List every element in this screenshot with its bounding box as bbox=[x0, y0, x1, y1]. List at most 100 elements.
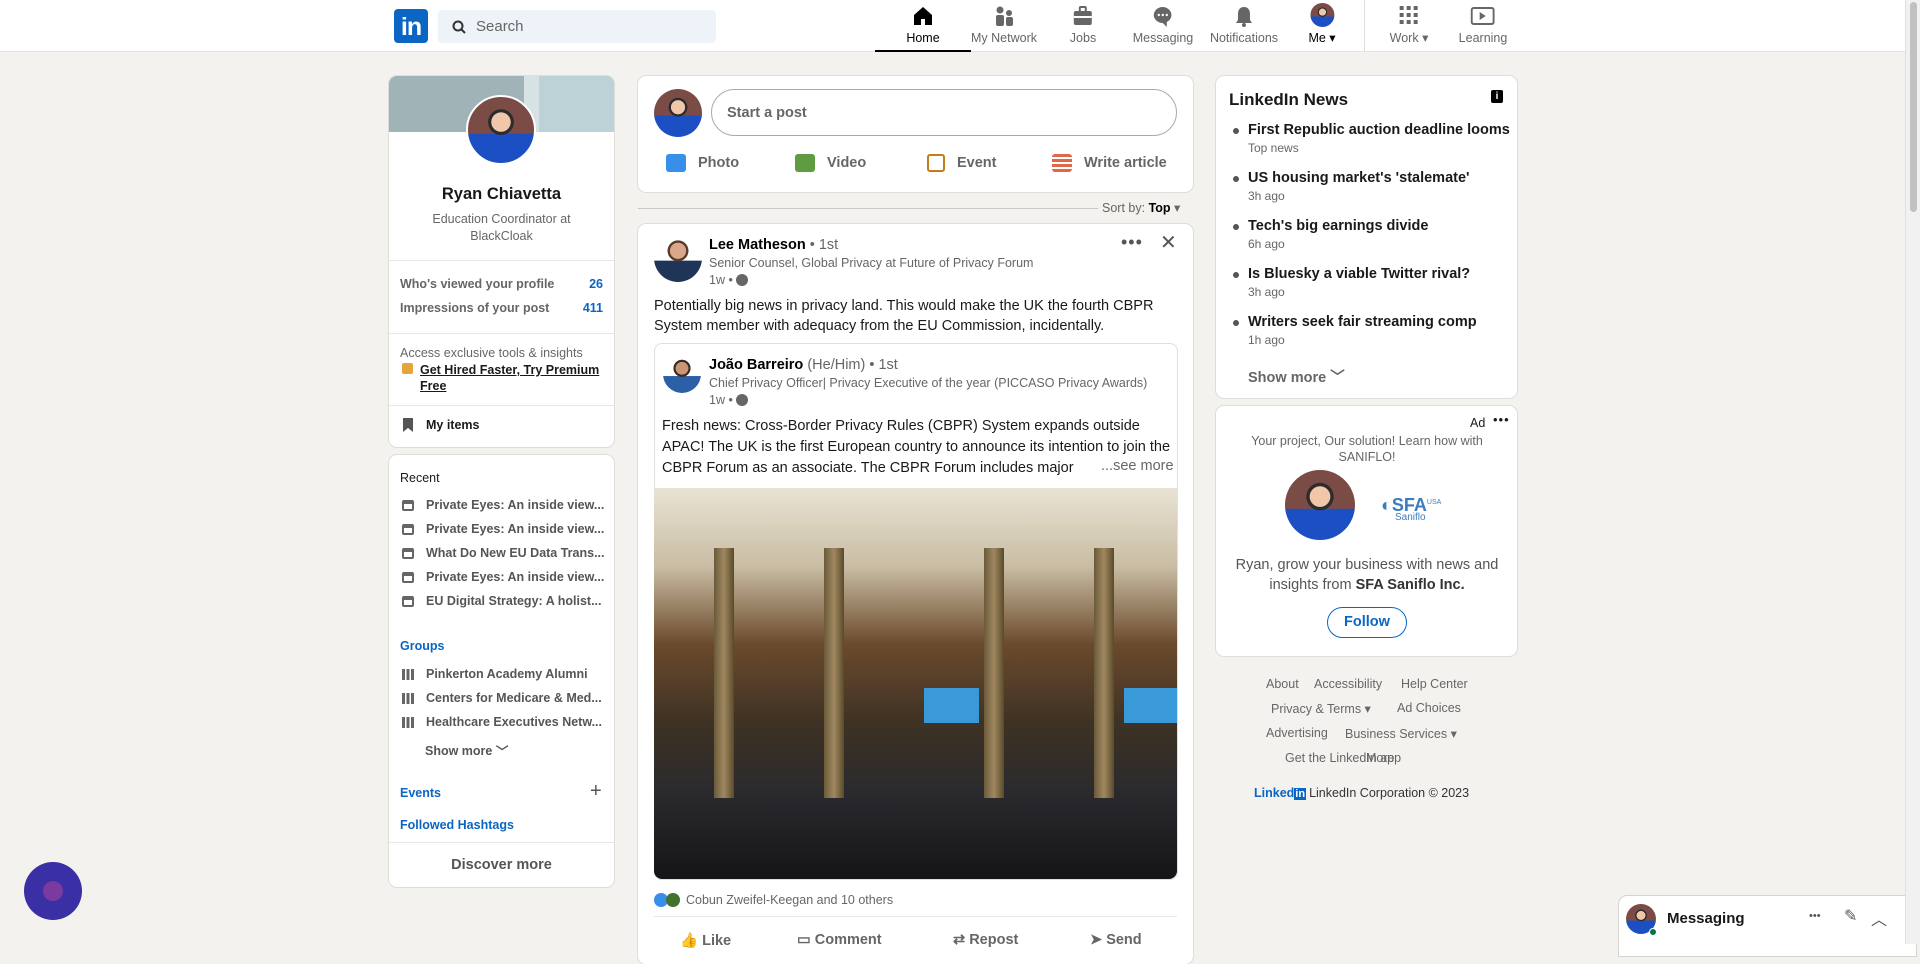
recent-label: Private Eyes: An inside view... bbox=[426, 498, 605, 512]
news-item[interactable]: First Republic auction deadline looms Top… bbox=[1233, 122, 1510, 155]
compose-icon[interactable]: ✎ bbox=[1844, 906, 1857, 926]
nav-home[interactable]: Home bbox=[875, 0, 971, 52]
online-status-icon bbox=[1649, 928, 1657, 936]
recent-item[interactable]: Private Eyes: An inside view... bbox=[402, 570, 604, 584]
ad-user-avatar bbox=[1285, 470, 1355, 540]
recent-item[interactable]: Private Eyes: An inside view... bbox=[402, 498, 604, 512]
news-item[interactable]: Is Bluesky a viable Twitter rival? 3h ago bbox=[1232, 266, 1470, 299]
sfa-saniflo-logo[interactable]: ◐SFAUSA Saniflo bbox=[1381, 495, 1441, 523]
write-article-button[interactable]: Write article bbox=[1052, 154, 1167, 172]
reactions-summary[interactable]: Cobun Zweifel-Keegan and 10 others bbox=[654, 893, 893, 907]
divider bbox=[389, 260, 614, 261]
divider bbox=[389, 842, 614, 843]
follow-button[interactable]: Follow bbox=[1327, 607, 1407, 638]
nav-notifications[interactable]: Notifications bbox=[1210, 0, 1278, 52]
send-button[interactable]: ➤ Send bbox=[1090, 932, 1142, 948]
chevron-up-icon[interactable]: ︿ bbox=[1871, 906, 1887, 930]
action-label: Write article bbox=[1084, 155, 1167, 171]
group-item[interactable]: Centers for Medicare & Med... bbox=[402, 691, 602, 705]
profile-avatar[interactable] bbox=[466, 95, 536, 165]
network-icon bbox=[992, 4, 1016, 28]
group-item[interactable]: Pinkerton Academy Alumni bbox=[402, 667, 588, 681]
news-item[interactable]: US housing market's 'stalemate' 3h ago bbox=[1232, 170, 1469, 203]
groups-show-more[interactable]: Show more ﹀ bbox=[425, 741, 508, 760]
profile-headline: Education Coordinator at BlackCloak bbox=[432, 212, 571, 243]
reactions-label: Cobun Zweifel-Keegan and 10 others bbox=[686, 893, 894, 907]
nav-work[interactable]: Work ▾ bbox=[1390, 0, 1428, 52]
video-button[interactable]: Video bbox=[795, 154, 866, 172]
nav-learning[interactable]: Learning bbox=[1459, 0, 1507, 52]
post-image[interactable] bbox=[654, 488, 1177, 879]
repost-button[interactable]: ⇄ Repost bbox=[953, 932, 1018, 948]
news-title: LinkedIn News bbox=[1229, 90, 1349, 109]
group-item[interactable]: Healthcare Executives Netw... bbox=[402, 715, 602, 729]
footer-link-about[interactable]: About bbox=[1266, 677, 1299, 691]
footer-link-help-center[interactable]: Help Center bbox=[1401, 677, 1468, 691]
recent-label: Private Eyes: An inside view... bbox=[426, 522, 605, 536]
news-show-more[interactable]: Show more ﹀ bbox=[1248, 366, 1345, 387]
recent-item[interactable]: Private Eyes: An inside view... bbox=[402, 522, 604, 536]
footer-link-accessibility[interactable]: Accessibility bbox=[1314, 677, 1382, 691]
followed-hashtags-link[interactable]: Followed Hashtags bbox=[400, 818, 514, 832]
more-options-icon[interactable]: ••• bbox=[1121, 232, 1143, 253]
user-avatar[interactable] bbox=[654, 89, 702, 137]
action-label: Photo bbox=[698, 155, 740, 171]
nav-me[interactable]: Me ▾ bbox=[1308, 0, 1336, 52]
event-button[interactable]: Event bbox=[927, 154, 997, 172]
more-options-icon[interactable]: ••• bbox=[1809, 910, 1821, 922]
news-item[interactable]: Writers seek fair streaming comp 1h ago bbox=[1233, 314, 1477, 347]
shared-author[interactable]: João Barreiro (He/Him) • 1st bbox=[709, 357, 898, 373]
like-button[interactable]: 👍 Like bbox=[680, 932, 731, 949]
page-scrollbar[interactable] bbox=[1905, 0, 1920, 944]
event-icon bbox=[402, 547, 414, 559]
stat-label: Impressions of your post bbox=[400, 301, 550, 315]
search-input[interactable]: Search bbox=[438, 10, 716, 43]
recent-label: Private Eyes: An inside view... bbox=[426, 570, 605, 584]
recent-item[interactable]: EU Digital Strategy: A holist... bbox=[402, 594, 601, 608]
nav-my-network[interactable]: My Network bbox=[971, 0, 1037, 52]
group-icon bbox=[402, 668, 414, 680]
nav-messaging[interactable]: Messaging bbox=[1133, 0, 1193, 52]
footer-link-ad-choices[interactable]: Ad Choices bbox=[1397, 701, 1461, 715]
show-more-label: Show more bbox=[425, 743, 493, 758]
sort-label: Sort by: bbox=[1102, 201, 1146, 215]
stat-post-impressions[interactable]: Impressions of your post 411 bbox=[400, 301, 603, 315]
add-event-plus-icon[interactable]: + bbox=[590, 780, 602, 803]
footer-link-business-services[interactable]: Business Services ▾ bbox=[1345, 726, 1457, 741]
close-icon[interactable]: ✕ bbox=[1160, 230, 1177, 255]
ad-options-icon[interactable]: ••• bbox=[1493, 412, 1510, 427]
ad-tagline: Your project, Our solution! Learn how wi… bbox=[1251, 434, 1483, 464]
info-icon[interactable]: i bbox=[1491, 90, 1503, 103]
events-link[interactable]: Events bbox=[400, 786, 441, 800]
nav-jobs[interactable]: Jobs bbox=[1070, 0, 1096, 52]
sort-dropdown[interactable]: Sort by: Top ▾ bbox=[1102, 200, 1180, 215]
groups-link[interactable]: Groups bbox=[400, 639, 444, 653]
premium-link[interactable]: Get Hired Faster, Try Premium Free bbox=[420, 362, 610, 394]
shared-author-avatar[interactable] bbox=[663, 355, 701, 393]
ad-body: Ryan, grow your business with news and i… bbox=[1235, 557, 1499, 593]
discover-more-button[interactable]: Discover more bbox=[389, 857, 614, 873]
top-nav-bar: in Search Home My Network Jobs Messaging… bbox=[0, 0, 1905, 52]
profile-name[interactable]: Ryan Chiavetta bbox=[389, 185, 614, 204]
divider bbox=[389, 333, 614, 334]
start-post-input[interactable]: Start a post bbox=[711, 89, 1177, 136]
author-avatar[interactable] bbox=[654, 234, 702, 282]
messaging-bar[interactable]: Messaging ••• ✎ ︿ bbox=[1619, 896, 1916, 956]
my-items-link[interactable]: My items bbox=[402, 418, 480, 432]
recent-title: Recent bbox=[400, 471, 440, 485]
photo-button[interactable]: Photo bbox=[666, 154, 739, 172]
stat-label: Who's viewed your profile bbox=[400, 277, 555, 291]
see-more-link[interactable]: ...see more bbox=[1097, 458, 1174, 474]
post-author[interactable]: Lee Matheson • 1st bbox=[709, 237, 838, 253]
chevron-down-icon: ﹀ bbox=[1330, 370, 1345, 386]
stat-profile-views[interactable]: Who's viewed your profile 26 bbox=[400, 277, 603, 291]
recent-item[interactable]: What Do New EU Data Trans... bbox=[402, 546, 605, 560]
action-label: Video bbox=[827, 155, 867, 171]
footer-link-advertising[interactable]: Advertising bbox=[1266, 726, 1328, 740]
comment-button[interactable]: ▭ Comment bbox=[797, 932, 882, 948]
floating-assistant-button[interactable] bbox=[24, 862, 82, 920]
footer-link-privacy-terms[interactable]: Privacy & Terms ▾ bbox=[1271, 701, 1371, 716]
footer-link-more[interactable]: More bbox=[1366, 751, 1394, 765]
linkedin-logo[interactable]: in bbox=[394, 9, 428, 43]
news-item[interactable]: Tech's big earnings divide 6h ago bbox=[1232, 218, 1428, 251]
